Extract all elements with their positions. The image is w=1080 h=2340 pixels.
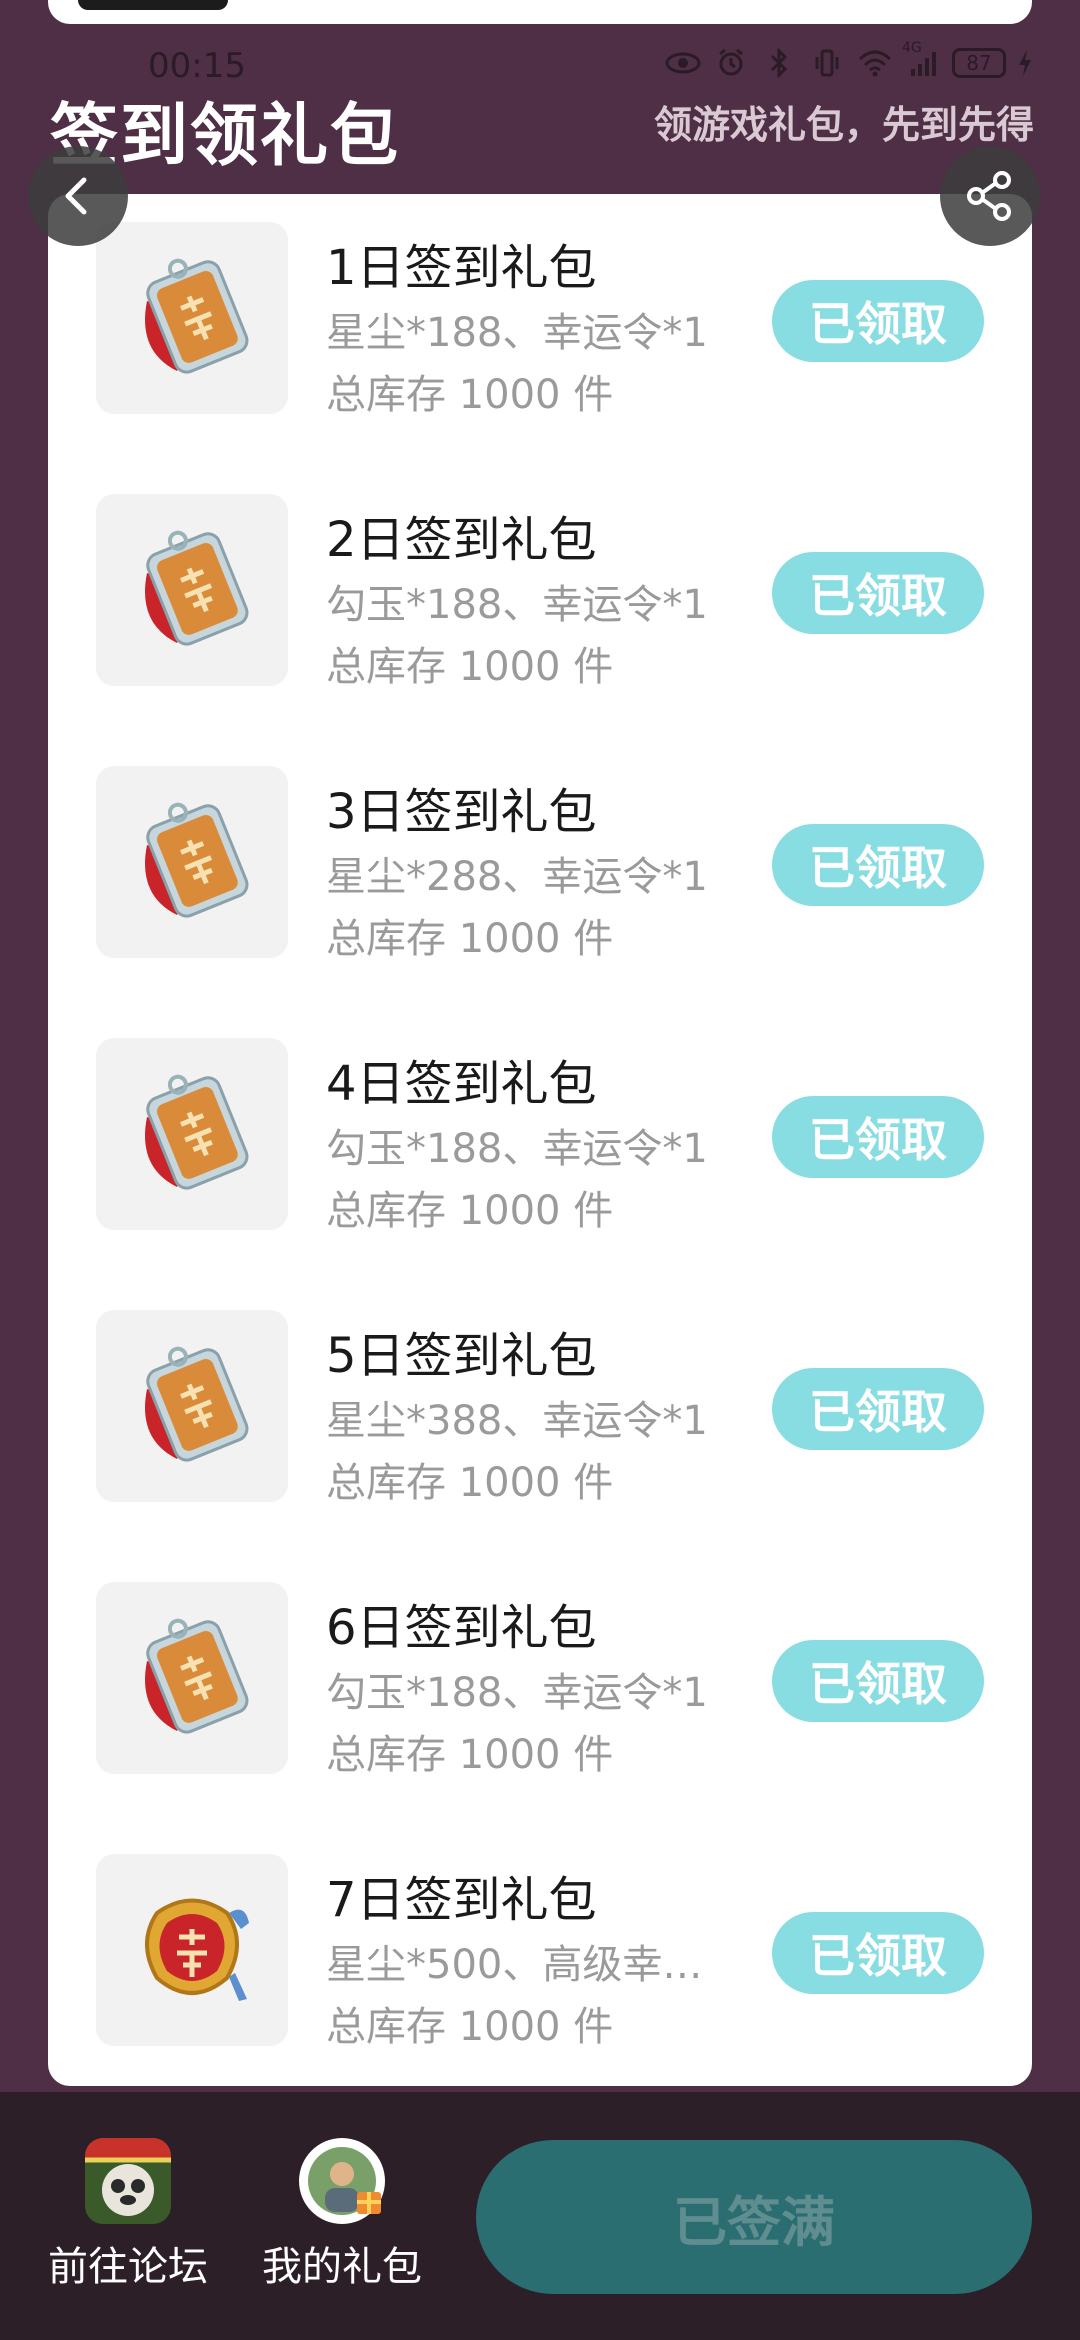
lucky-token-icon [117, 513, 267, 667]
lucky-token-icon [117, 1329, 267, 1483]
alarm-icon [712, 48, 750, 78]
gift-item: 5日签到礼包星尘*388、幸运令*1 总库存 1000 件 已领取 [48, 1276, 1032, 1506]
claimed-button[interactable]: 已领取 [772, 1096, 984, 1178]
bottom-bar: 前往论坛 我的礼包 已签满 [0, 2092, 1080, 2340]
claimed-button[interactable]: 已领取 [772, 280, 984, 362]
claimed-button[interactable]: 已领取 [772, 1640, 984, 1722]
signed-full-button[interactable]: 已签满 [476, 2140, 1032, 2294]
gift-item: 6日签到礼包勾玉*188、幸运令*1 总库存 1000 件 已领取 [48, 1548, 1032, 1778]
premium-lucky-token-icon [117, 1873, 267, 2027]
lucky-token-icon [117, 241, 267, 395]
gift-thumbnail [96, 1310, 288, 1502]
gift-title: 6日签到礼包 [326, 1600, 597, 1656]
status-bar-icons: 4G 87 [664, 40, 1034, 78]
vibrate-icon [808, 48, 846, 78]
gift-stock: 总库存 1000 件 [326, 2004, 614, 2050]
gift-thumbnail [96, 222, 288, 414]
previous-card-thumb [78, 0, 228, 10]
gift-title: 2日签到礼包 [326, 512, 597, 568]
previous-card-edge [48, 0, 1032, 24]
gift-thumbnail [96, 1582, 288, 1774]
gift-thumbnail [96, 494, 288, 686]
gift-thumbnail [96, 766, 288, 958]
gift-item: 3日签到礼包星尘*288、幸运令*1 总库存 1000 件 已领取 [48, 732, 1032, 962]
go-to-forum-button[interactable]: 前往论坛 [48, 2138, 208, 2292]
gift-description: 星尘*500、高级幸… [326, 1942, 703, 1988]
gift-item: 4日签到礼包勾玉*188、幸运令*1 总库存 1000 件 已领取 [48, 1004, 1032, 1234]
network-type-label: 4G [902, 40, 922, 56]
gift-title: 5日签到礼包 [326, 1328, 597, 1384]
game-avatar [85, 2138, 171, 2224]
gift-item: 1日签到礼包星尘*188、幸运令*1 总库存 1000 件 已领取 [48, 188, 1032, 418]
share-icon [967, 171, 1011, 221]
claimed-button[interactable]: 已领取 [772, 824, 984, 906]
gift-list-card: 1日签到礼包 星尘*188、幸运令*1 总库存 1000 件已领取 2日签到礼包 勾玉*… [48, 194, 1032, 2086]
gift-title: 7日签到礼包 [326, 1872, 597, 1928]
gift-stock: 总库存 1000 件 [326, 1460, 614, 1506]
cellular-signal-icon: 4G [902, 40, 942, 78]
battery-indicator: 87 [952, 48, 1006, 78]
gift-stock: 总库存 1000 件 [326, 644, 614, 690]
chevron-left-icon [65, 177, 87, 215]
forum-label: 前往论坛 [48, 2244, 208, 2290]
gift-stock: 总库存 1000 件 [326, 916, 614, 962]
gift-description: 勾玉*188、幸运令*1 [326, 582, 708, 628]
gift-thumbnail [96, 1854, 288, 2046]
gift-thumbnail [96, 1038, 288, 1230]
claimed-button[interactable]: 已领取 [772, 552, 984, 634]
gift-description: 勾玉*188、幸运令*1 [326, 1126, 708, 1172]
eye-icon [664, 48, 702, 78]
gift-description: 星尘*288、幸运令*1 [326, 854, 708, 900]
gift-title: 3日签到礼包 [326, 784, 597, 840]
back-button[interactable] [28, 146, 128, 246]
wifi-icon [856, 48, 894, 78]
share-button[interactable] [940, 146, 1040, 246]
bluetooth-icon [760, 48, 798, 78]
my-gifts-button[interactable]: 我的礼包 [262, 2138, 422, 2292]
page-subtitle: 领游戏礼包，先到先得 [653, 103, 1034, 147]
gift-title: 4日签到礼包 [326, 1056, 597, 1112]
lucky-token-icon [117, 1601, 267, 1755]
gift-item: 2日签到礼包勾玉*188、幸运令*1 总库存 1000 件 已领取 [48, 460, 1032, 690]
charging-icon [1016, 48, 1034, 78]
gift-stock: 总库存 1000 件 [326, 1188, 614, 1234]
my-gifts-label: 我的礼包 [262, 2244, 422, 2290]
gift-item: 7日签到礼包星尘*500、高级幸… 总库存 1000 件 已领取 [48, 1820, 1032, 2050]
gift-title: 1日签到礼包 [326, 240, 597, 296]
user-avatar [299, 2138, 385, 2224]
gift-description: 星尘*188、幸运令*1 [326, 310, 708, 356]
lucky-token-icon [117, 1057, 267, 1211]
lucky-token-icon [117, 785, 267, 939]
gift-stock: 总库存 1000 件 [326, 372, 614, 418]
gift-description: 勾玉*188、幸运令*1 [326, 1670, 708, 1716]
gift-description: 星尘*388、幸运令*1 [326, 1398, 708, 1444]
gift-stock: 总库存 1000 件 [326, 1732, 614, 1778]
claimed-button[interactable]: 已领取 [772, 1368, 984, 1450]
claimed-button[interactable]: 已领取 [772, 1912, 984, 1994]
